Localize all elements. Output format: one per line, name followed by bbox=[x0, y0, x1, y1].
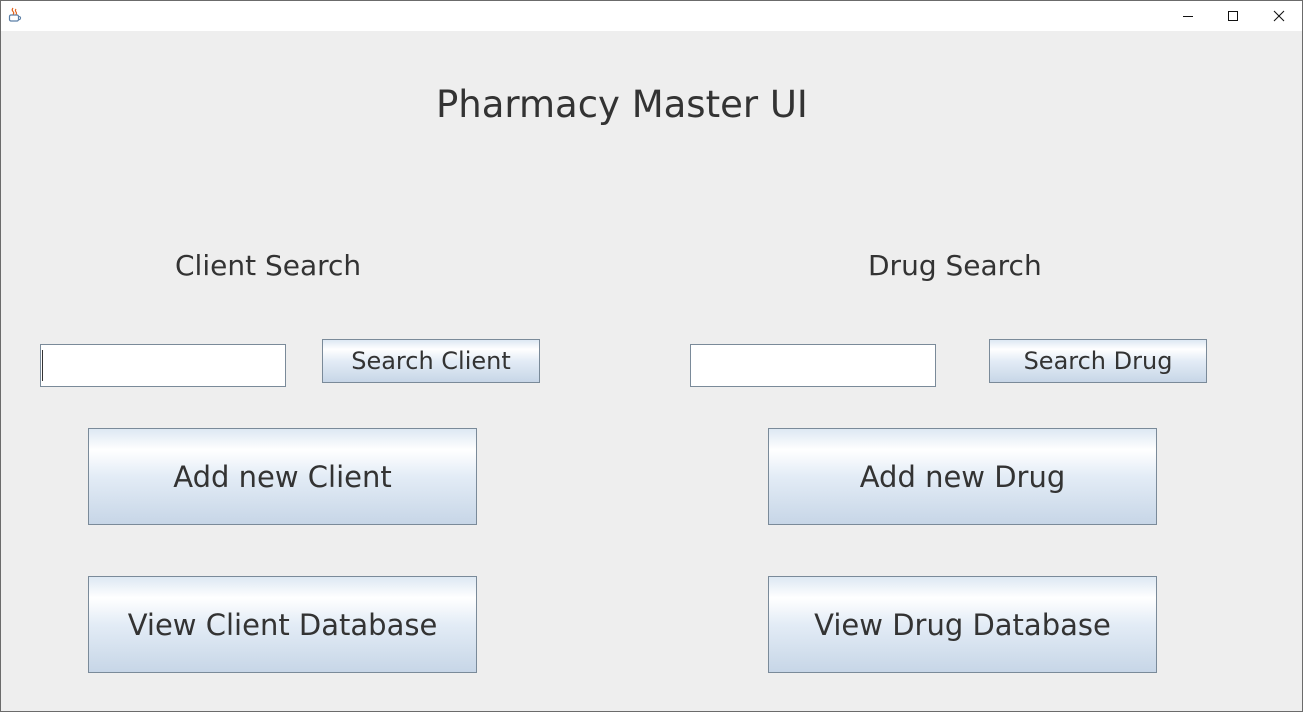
text-caret bbox=[42, 350, 43, 381]
drug-search-heading: Drug Search bbox=[868, 249, 1042, 282]
client-search-input[interactable] bbox=[40, 344, 286, 387]
view-drug-database-button[interactable]: View Drug Database bbox=[768, 576, 1157, 673]
main-panel: Pharmacy Master UI Client Search Drug Se… bbox=[1, 31, 1302, 711]
minimize-button[interactable] bbox=[1165, 1, 1211, 31]
application-window: Pharmacy Master UI Client Search Drug Se… bbox=[0, 0, 1303, 712]
maximize-icon bbox=[1227, 7, 1239, 26]
page-title: Pharmacy Master UI bbox=[436, 83, 808, 126]
title-bar[interactable] bbox=[1, 1, 1302, 31]
search-client-button[interactable]: Search Client bbox=[322, 339, 540, 383]
maximize-button[interactable] bbox=[1210, 1, 1256, 31]
view-client-database-button[interactable]: View Client Database bbox=[88, 576, 477, 673]
client-search-heading: Client Search bbox=[175, 249, 362, 282]
add-drug-button[interactable]: Add new Drug bbox=[768, 428, 1157, 525]
add-client-button[interactable]: Add new Client bbox=[88, 428, 477, 525]
search-drug-button[interactable]: Search Drug bbox=[989, 339, 1207, 383]
close-icon bbox=[1273, 7, 1285, 26]
java-coffee-icon bbox=[8, 7, 22, 23]
minimize-icon bbox=[1182, 7, 1194, 26]
drug-search-input[interactable] bbox=[690, 344, 936, 387]
close-button[interactable] bbox=[1256, 1, 1302, 31]
